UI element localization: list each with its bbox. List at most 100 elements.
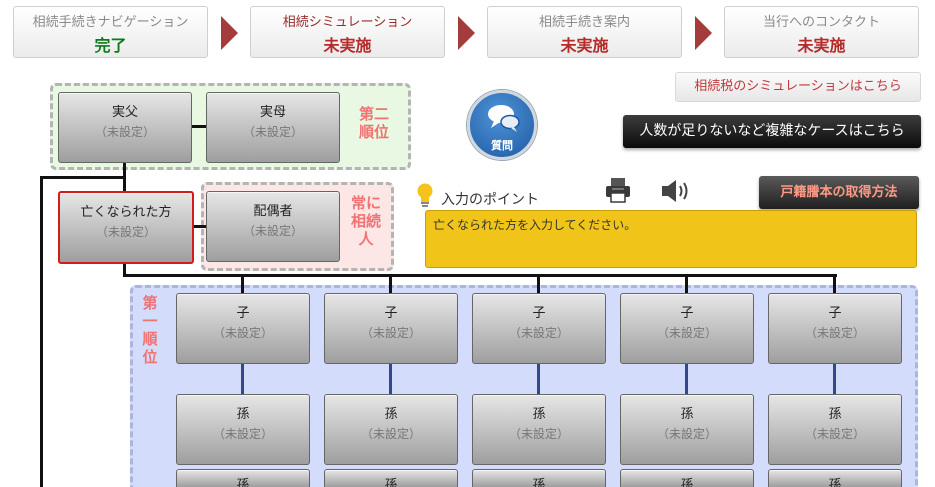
child-box[interactable]: 子 （未設定） (324, 293, 458, 364)
second-rank-text: 第二順位 (359, 105, 390, 141)
nav-step-status: 未実施 (323, 36, 372, 55)
person-name: 孫 (236, 478, 250, 487)
connector-line (389, 364, 392, 395)
nav-step-title: 相続手続きナビゲーション (32, 15, 189, 30)
spouse-box[interactable]: 配偶者 （未設定） (206, 191, 340, 262)
mother-box[interactable]: 実母 （未設定） (206, 92, 340, 163)
person-name: 子 (236, 306, 250, 321)
grandchild-box[interactable]: 孫 (472, 469, 606, 487)
connector-line (537, 274, 540, 294)
nav-arrow-icon (695, 16, 712, 50)
grandchild-box[interactable]: 孫 (324, 469, 458, 487)
child-box[interactable]: 子 （未設定） (472, 293, 606, 364)
person-value: （未設定） (656, 427, 717, 441)
connector-line (241, 274, 244, 294)
person-value: （未設定） (360, 326, 421, 340)
person-value: （未設定） (242, 125, 303, 139)
nav-step-status: 完了 (94, 36, 127, 55)
connector-line (40, 176, 43, 487)
complex-case-button[interactable]: 人数が足りないなど複雑なケースはこちら (623, 115, 921, 148)
nav-step-contact[interactable]: 当行へのコンタクト 未実施 (724, 6, 919, 58)
nav-arrow-icon (458, 16, 475, 50)
always-heir-label: 常に相続人 (350, 194, 382, 248)
child-box[interactable]: 子 （未設定） (176, 293, 310, 364)
nav-step-procedure-guide[interactable]: 相続手続き案内 未実施 (487, 6, 682, 58)
person-name: 子 (828, 306, 842, 321)
speaker-icon[interactable] (660, 177, 692, 209)
person-value: （未設定） (508, 427, 569, 441)
nav-step-inheritance-navigation[interactable]: 相続手続きナビゲーション 完了 (13, 6, 208, 58)
person-value: （未設定） (508, 326, 569, 340)
person-name: 孫 (828, 478, 842, 487)
person-name: 亡くなられた方 (80, 205, 172, 220)
question-label: 質問 (491, 139, 513, 152)
person-name: 孫 (384, 478, 398, 487)
person-value: （未設定） (95, 225, 156, 239)
grandchild-box[interactable]: 孫 （未設定） (620, 394, 754, 465)
connector-line (685, 274, 688, 294)
connector-line (685, 364, 688, 395)
connector-line (123, 162, 126, 192)
connector-line (123, 274, 837, 277)
connector-line (192, 125, 207, 128)
grandchild-box[interactable]: 孫 (176, 469, 310, 487)
tax-simulation-link[interactable]: 相続税のシミュレーションはこちら (675, 72, 921, 102)
deceased-box[interactable]: 亡くなられた方 （未設定） (58, 191, 194, 264)
nav-step-inheritance-simulation[interactable]: 相続シミュレーション 未実施 (250, 6, 445, 58)
person-name: 配偶者 (253, 204, 293, 219)
nav-step-title: 当行へのコンタクト (762, 15, 880, 30)
nav-step-status: 未実施 (797, 36, 846, 55)
nav-step-status: 未実施 (560, 36, 609, 55)
person-name: 子 (384, 306, 398, 321)
grandchild-box[interactable]: 孫 (620, 469, 754, 487)
person-value: （未設定） (656, 326, 717, 340)
person-name: 実父 (111, 105, 138, 120)
connector-line (537, 364, 540, 395)
child-box[interactable]: 子 （未設定） (620, 293, 754, 364)
person-value: （未設定） (212, 326, 273, 340)
grandchild-box[interactable]: 孫 (768, 469, 902, 487)
connector-line (833, 274, 836, 294)
person-value: （未設定） (804, 427, 865, 441)
question-button[interactable]: 質問 (467, 90, 537, 160)
always-heir-text: 常に相続人 (350, 194, 381, 248)
person-name: 実母 (259, 105, 286, 120)
koseki-guide-button[interactable]: 戸籍謄本の取得方法 (759, 176, 919, 209)
nav-step-title: 相続シミュレーション (282, 15, 413, 30)
second-rank-label: 第二順位 (359, 105, 391, 141)
person-value: （未設定） (212, 427, 273, 441)
first-rank-text: 第一順位 (142, 294, 158, 366)
nav-step-title: 相続手続き案内 (538, 15, 630, 30)
connector-line (389, 274, 392, 294)
grandchild-box[interactable]: 孫 （未設定） (324, 394, 458, 465)
person-name: 孫 (236, 407, 250, 422)
input-point-text: 亡くなられた方を入力してください。 (433, 218, 637, 232)
connector-line (241, 364, 244, 395)
child-box[interactable]: 子 （未設定） (768, 293, 902, 364)
person-name: 子 (532, 306, 546, 321)
person-name: 孫 (828, 407, 842, 422)
person-value: （未設定） (94, 125, 155, 139)
person-name: 孫 (384, 407, 398, 422)
speech-bubbles-icon (488, 105, 520, 132)
person-name: 孫 (532, 407, 546, 422)
person-name: 孫 (532, 478, 546, 487)
first-rank-label: 第一順位 (142, 294, 162, 366)
grandchild-box[interactable]: 孫 （未設定） (176, 394, 310, 465)
nav-arrow-icon (221, 16, 238, 50)
connector-line (833, 364, 836, 395)
lightbulb-icon (415, 182, 435, 212)
person-value: （未設定） (804, 326, 865, 340)
input-point-label: 入力のポイント (441, 192, 539, 208)
printer-icon[interactable] (604, 176, 632, 208)
connector-line (192, 225, 207, 228)
father-box[interactable]: 実父 （未設定） (58, 92, 192, 163)
person-value: （未設定） (242, 224, 303, 238)
person-name: 孫 (680, 478, 694, 487)
person-name: 孫 (680, 407, 694, 422)
grandchild-box[interactable]: 孫 （未設定） (472, 394, 606, 465)
connector-line (40, 176, 126, 179)
grandchild-box[interactable]: 孫 （未設定） (768, 394, 902, 465)
person-value: （未設定） (360, 427, 421, 441)
input-point-message: 亡くなられた方を入力してください。 (425, 210, 917, 268)
